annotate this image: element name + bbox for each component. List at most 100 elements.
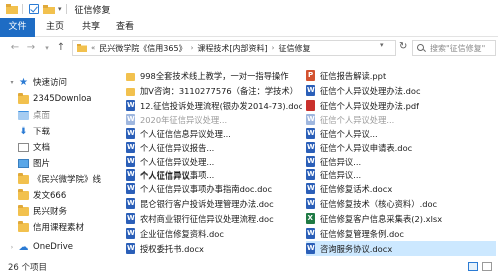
- status-bar: 26 个项目: [0, 258, 498, 276]
- list-item[interactable]: 农村商业银行征信异议处理流程.doc: [126, 211, 302, 226]
- list-item[interactable]: 998全套技术线上教学，一对一指导操作: [126, 68, 302, 83]
- search-box[interactable]: 搜索"征信修复": [412, 40, 496, 56]
- item-count: 26 个项目: [8, 263, 48, 273]
- list-item[interactable]: 个人征信异议报告...: [126, 140, 302, 155]
- breadcrumb-item[interactable]: 课程技术[内部资料]: [197, 43, 267, 54]
- word-document-icon: [306, 198, 315, 209]
- folder-icon: [18, 220, 29, 232]
- list-item[interactable]: 12.征信投诉处理流程(银办发2014-73).doc: [126, 98, 302, 113]
- quick-access-dropdown-icon[interactable]: ▾: [58, 5, 62, 13]
- list-item[interactable]: 个人征信异议事项...: [126, 167, 302, 182]
- sidebar-item-desktop[interactable]: 桌面: [0, 107, 50, 123]
- folder-icon: [18, 188, 29, 200]
- word-document-icon: [126, 243, 135, 254]
- list-item[interactable]: 征信个人异议处理办法.doc: [306, 83, 496, 98]
- sidebar-item-label: 2345Downloa: [33, 94, 92, 104]
- download-icon: ⬇: [19, 125, 28, 137]
- recent-locations-icon[interactable]: ▾: [40, 41, 54, 55]
- breadcrumb-item[interactable]: 民兴微学院《信用365》: [99, 43, 186, 54]
- list-item[interactable]: 昆仑银行客户投诉处理管理办法.doc: [126, 196, 302, 211]
- window-title: 征信修复: [74, 5, 111, 16]
- sidebar-item-quick-access[interactable]: ▾ ★ 快速访问: [0, 74, 67, 90]
- sidebar-item-onedrive[interactable]: › ☁ OneDrive: [0, 239, 73, 255]
- large-icons-view-icon[interactable]: [482, 262, 492, 271]
- list-item[interactable]: 征信异议...: [306, 167, 496, 182]
- word-document-icon: [306, 228, 315, 239]
- list-item[interactable]: 个人征信信息异议处理...: [126, 126, 302, 141]
- list-item[interactable]: 征信个人异议申请表.doc: [306, 140, 496, 155]
- list-item-selected[interactable]: 咨询服务协议.docx: [306, 241, 496, 256]
- list-item[interactable]: 授权委托书.docx: [126, 241, 302, 256]
- list-item[interactable]: 征信个人异议...: [306, 126, 496, 141]
- properties-icon[interactable]: [29, 4, 39, 14]
- list-item[interactable]: 征信修复客户信息采集表(2).xlsx: [306, 211, 496, 226]
- sidebar-item-label: 快速访问: [33, 78, 68, 88]
- word-document-icon: [126, 228, 135, 239]
- address-dropdown-icon[interactable]: ▾: [380, 41, 384, 49]
- details-view-icon[interactable]: [468, 262, 478, 271]
- breadcrumb-item[interactable]: 征信修复: [278, 43, 310, 54]
- sidebar-item-label: 信用课程素材: [33, 223, 85, 233]
- overflow-chevron[interactable]: «: [91, 44, 95, 52]
- word-document-icon: [306, 169, 315, 180]
- word-document-icon: [126, 169, 135, 180]
- list-item[interactable]: 征信修复管理条例.doc: [306, 226, 496, 241]
- chevron-right-icon[interactable]: ›: [272, 44, 275, 52]
- desktop-icon: [18, 110, 29, 120]
- sidebar-item-label: 民兴财务: [33, 207, 68, 217]
- back-arrow-icon[interactable]: ←: [8, 41, 22, 55]
- forward-arrow-icon[interactable]: →: [24, 41, 38, 55]
- ribbon-tabs: 文件 主页 共享 查看: [0, 18, 498, 37]
- new-folder-icon[interactable]: [43, 4, 55, 14]
- folder-icon: [18, 92, 29, 104]
- word-document-icon: [306, 114, 315, 125]
- word-document-icon: [306, 183, 315, 194]
- sidebar-item-pictures[interactable]: 图片: [0, 155, 50, 171]
- folder-icon: [77, 44, 87, 52]
- list-item[interactable]: 征信个人异议处理...: [306, 112, 496, 127]
- tab-view[interactable]: 查看: [114, 18, 136, 37]
- divider: [22, 4, 23, 14]
- search-icon: [417, 43, 426, 53]
- sidebar-item-minxing-college[interactable]: 《民兴微学院》线: [0, 171, 101, 187]
- list-item[interactable]: 个人征信异议事项办事指南doc.doc: [126, 181, 302, 196]
- powerpoint-icon: [306, 70, 315, 81]
- list-item[interactable]: 2020年征信异议处理...: [126, 112, 302, 127]
- chevron-right-icon[interactable]: ›: [8, 244, 16, 251]
- excel-icon: [306, 213, 315, 224]
- sidebar-item-fawen666[interactable]: 发文666: [0, 187, 66, 203]
- search-placeholder[interactable]: 搜索"征信修复": [430, 43, 485, 54]
- sidebar-item-minxing-finance[interactable]: 民兴财务: [0, 203, 67, 219]
- chevron-down-icon[interactable]: ▾: [8, 79, 16, 86]
- picture-icon: [18, 158, 29, 168]
- folder-icon: [126, 87, 135, 96]
- list-item[interactable]: 加V咨询：3110277576（备注：学技术）: [126, 83, 302, 98]
- tab-share[interactable]: 共享: [78, 18, 104, 37]
- sidebar-item-credit-course[interactable]: 信用课程素材: [0, 219, 84, 235]
- folder-icon: [18, 172, 29, 184]
- list-item[interactable]: 征信修复技术（核心资料）.doc: [306, 196, 496, 211]
- list-item[interactable]: 企业征信修复资料.doc: [126, 226, 302, 241]
- list-item[interactable]: 征信报告解读.ppt: [306, 68, 496, 83]
- cloud-icon: ☁: [18, 241, 29, 253]
- list-item[interactable]: 征信修复话术.docx: [306, 181, 496, 196]
- word-document-icon: [126, 183, 135, 194]
- word-document-icon: [126, 100, 135, 111]
- sidebar-item-downloads[interactable]: ⬇ 下载: [0, 123, 50, 139]
- refresh-icon[interactable]: ↻: [399, 41, 407, 52]
- tab-home[interactable]: 主页: [42, 18, 68, 37]
- sidebar-item-2345downloads[interactable]: 2345Downloa: [0, 91, 92, 107]
- folder-icon: [6, 4, 18, 14]
- word-document-icon: [306, 85, 315, 96]
- sidebar-item-documents[interactable]: 文档: [0, 139, 50, 155]
- list-item[interactable]: 征信个人异议处理办法.pdf: [306, 98, 496, 113]
- folder-icon: [18, 204, 29, 216]
- folder-icon: [126, 72, 135, 81]
- navigation-pane: ▾ ★ 快速访问 2345Downloa 桌面 ⬇ 下载 文档 图片 《民兴微学…: [0, 64, 118, 258]
- up-arrow-icon[interactable]: ↑: [54, 41, 68, 55]
- tab-file[interactable]: 文件: [0, 18, 35, 37]
- address-bar[interactable]: « 民兴微学院《信用365》 › 课程技术[内部资料] › 征信修复: [72, 40, 396, 56]
- word-document-icon: [126, 128, 135, 139]
- word-document-icon: [126, 114, 135, 125]
- chevron-right-icon[interactable]: ›: [191, 44, 194, 52]
